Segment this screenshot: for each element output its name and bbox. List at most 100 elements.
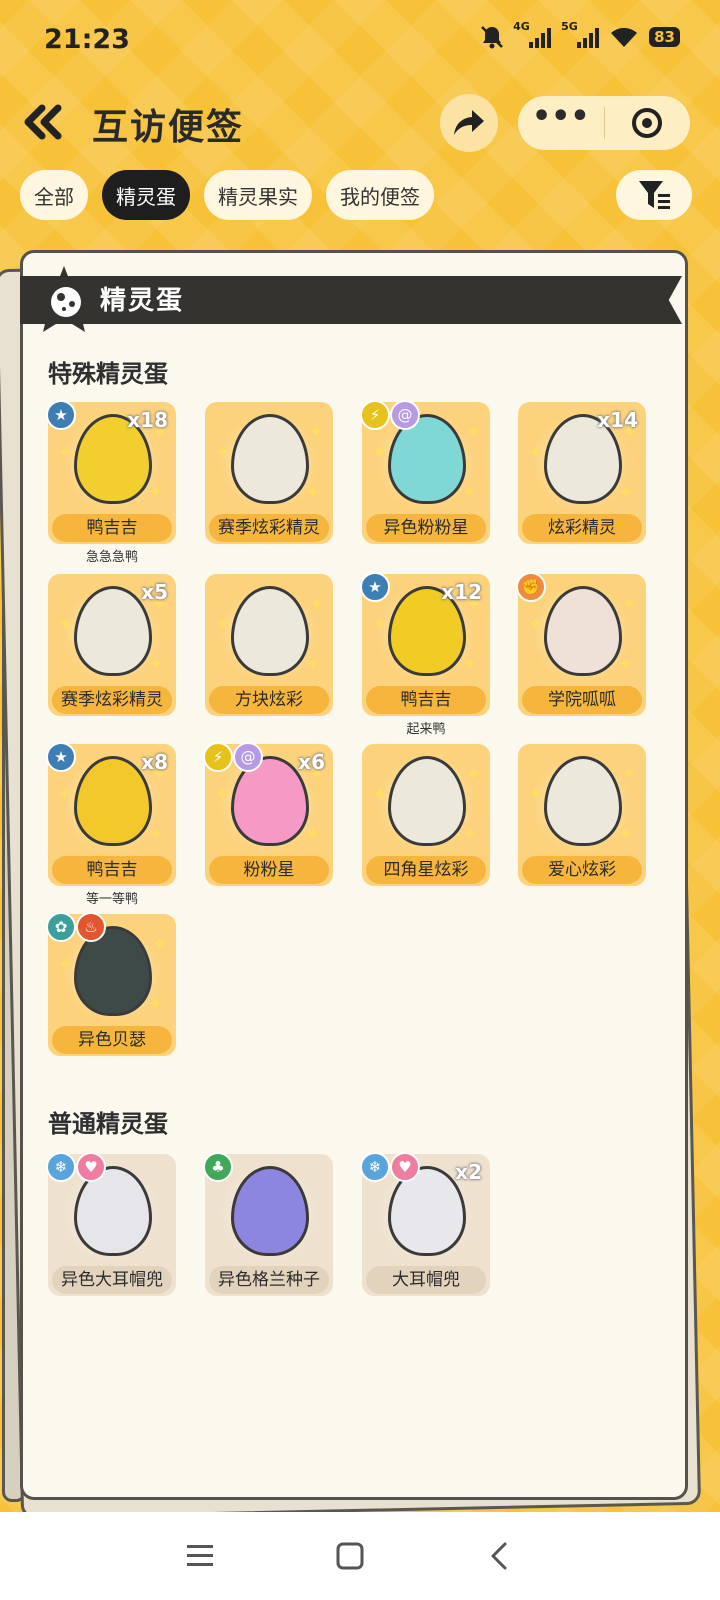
special-eggs-title: 特殊精灵蛋 <box>48 360 168 388</box>
header: 互访便签 ••• <box>0 94 720 154</box>
filter-funnel-icon <box>639 181 670 209</box>
signal-5g-icon: 5G <box>561 20 600 48</box>
egg-tile[interactable]: ✦ ✦ ✦ 方块炫彩 <box>205 574 333 716</box>
egg-subtitle: 起来鸭 <box>406 722 446 737</box>
egg-count: x6 <box>298 750 325 774</box>
sparkle-icon: ✦ <box>152 934 168 955</box>
egg-name: 鸭吉吉 <box>366 686 486 714</box>
back-nav-button[interactable] <box>470 1532 530 1580</box>
psychic-type-icon: @ <box>390 400 420 430</box>
egg-name: 鸭吉吉 <box>52 514 172 542</box>
tab-all[interactable]: 全部 <box>20 170 88 220</box>
sparkle-icon: ✦ <box>148 824 164 845</box>
back-chevron-icon <box>491 1542 507 1570</box>
tab-my-notes[interactable]: 我的便签 <box>326 170 434 220</box>
egg-tile[interactable]: ✦ ✦ ✦ x14 炫彩精灵 <box>518 402 646 544</box>
fire-type-icon: ♨ <box>76 912 106 942</box>
more-button[interactable]: ••• <box>518 102 604 139</box>
sparkle-icon: ✦ <box>622 594 638 615</box>
sparkle-icon: ✦ <box>618 654 634 675</box>
egg-name: 爱心炫彩 <box>522 856 642 884</box>
system-nav-bar <box>0 1512 720 1600</box>
battery-indicator: 83 <box>649 27 680 47</box>
filter-button[interactable] <box>616 170 692 220</box>
egg-name: 异色粉粉星 <box>366 514 486 542</box>
machine-type-icon: ✿ <box>46 912 76 942</box>
fighting-type-icon: ✊ <box>516 572 546 602</box>
target-icon <box>632 108 663 138</box>
status-icons: 4G 5G 83 <box>479 20 680 50</box>
sparkle-icon: ✦ <box>618 824 634 845</box>
egg-count: x14 <box>597 408 638 432</box>
sparkle-icon: ✦ <box>528 614 544 635</box>
sparkle-icon: ✦ <box>58 954 74 975</box>
sparkle-icon: ✦ <box>372 614 388 635</box>
fairy-type-icon: ♥ <box>390 1152 420 1182</box>
share-button[interactable] <box>440 94 498 152</box>
psychic-type-icon: @ <box>233 742 263 772</box>
status-bar: 21:23 4G 5G 83 <box>0 0 720 84</box>
sparkle-icon: ✦ <box>215 614 231 635</box>
sparkle-icon: ✦ <box>148 654 164 675</box>
home-nav-button[interactable] <box>320 1532 380 1580</box>
sparkle-icon: ✦ <box>305 482 321 503</box>
egg-subtitle: 等一等鸭 <box>85 892 138 907</box>
egg-name: 异色格兰种子 <box>209 1266 329 1294</box>
egg-count: x12 <box>441 580 482 604</box>
egg-name: 异色大耳帽兜 <box>52 1266 172 1294</box>
egg-count: x2 <box>455 1160 482 1184</box>
sparkle-icon: ✦ <box>528 442 544 463</box>
home-square-icon <box>336 1542 364 1570</box>
sparkle-icon: ✦ <box>309 422 325 443</box>
share-arrow-icon <box>454 110 484 135</box>
sparkle-icon: ✦ <box>309 594 325 615</box>
sparkle-icon: ✦ <box>618 482 634 503</box>
mini-program-capsule: ••• <box>518 96 690 150</box>
sparkle-icon: ✦ <box>58 784 74 805</box>
double-chevron-left-icon <box>24 104 62 140</box>
sparkle-icon: ✦ <box>462 824 478 845</box>
egg-name: 赛季炫彩精灵 <box>209 514 329 542</box>
egg-name: 炫彩精灵 <box>522 514 642 542</box>
menu-nav-button[interactable] <box>170 1532 230 1580</box>
menu-icon <box>187 1545 213 1566</box>
egg-name: 学院呱呱 <box>522 686 642 714</box>
mute-bell-icon <box>481 26 504 49</box>
electric-type-icon: ⚡ <box>360 400 390 430</box>
egg-name: 鸭吉吉 <box>52 856 172 884</box>
egg-name: 赛季炫彩精灵 <box>52 686 172 714</box>
electric-type-icon: ⚡ <box>203 742 233 772</box>
page-title: 互访便签 <box>92 107 245 148</box>
sparkle-icon: ✦ <box>372 442 388 463</box>
star-badge-icon <box>28 264 100 336</box>
signal-4g-icon: 4G <box>513 20 552 48</box>
close-program-button[interactable] <box>605 108 691 138</box>
sparkle-icon: ✦ <box>305 824 321 845</box>
back-button[interactable] <box>20 102 68 142</box>
egg-name: 粉粉星 <box>209 856 329 884</box>
star-type-icon: ★ <box>46 400 76 430</box>
fairy-type-icon: ♥ <box>76 1152 106 1182</box>
common-eggs-title: 普通精灵蛋 <box>48 1110 168 1138</box>
egg-tile[interactable]: ✦ ✦ ✦ 四角星炫彩 <box>362 744 490 886</box>
banner-title: 精灵蛋 <box>100 286 185 316</box>
egg-tile[interactable]: ✦ ✦ ✦ 爱心炫彩 <box>518 744 646 886</box>
ice-type-icon: ❄ <box>46 1152 76 1182</box>
sparkle-icon: ✦ <box>528 784 544 805</box>
sparkle-icon: ✦ <box>148 994 164 1015</box>
sparkle-icon: ✦ <box>622 764 638 785</box>
egg-subtitle: 急急急鸭 <box>85 550 138 565</box>
tab-fruits[interactable]: 精灵果实 <box>204 170 312 220</box>
egg-name: 异色贝瑟 <box>52 1026 172 1054</box>
egg-count: x8 <box>141 750 168 774</box>
egg-tile[interactable]: ✦ ✦ ✦ x5 赛季炫彩精灵 <box>48 574 176 716</box>
sparkle-icon: ✦ <box>215 442 231 463</box>
tab-eggs[interactable]: 精灵蛋 <box>102 170 190 220</box>
star-type-icon: ★ <box>46 742 76 772</box>
sparkle-icon: ✦ <box>466 422 482 443</box>
sparkle-icon: ✦ <box>462 654 478 675</box>
egg-tile[interactable]: ✦ ✦ ✦ 赛季炫彩精灵 <box>205 402 333 544</box>
sparkle-icon: ✦ <box>305 654 321 675</box>
sparkle-icon: ✦ <box>215 784 231 805</box>
sparkle-icon: ✦ <box>148 482 164 503</box>
